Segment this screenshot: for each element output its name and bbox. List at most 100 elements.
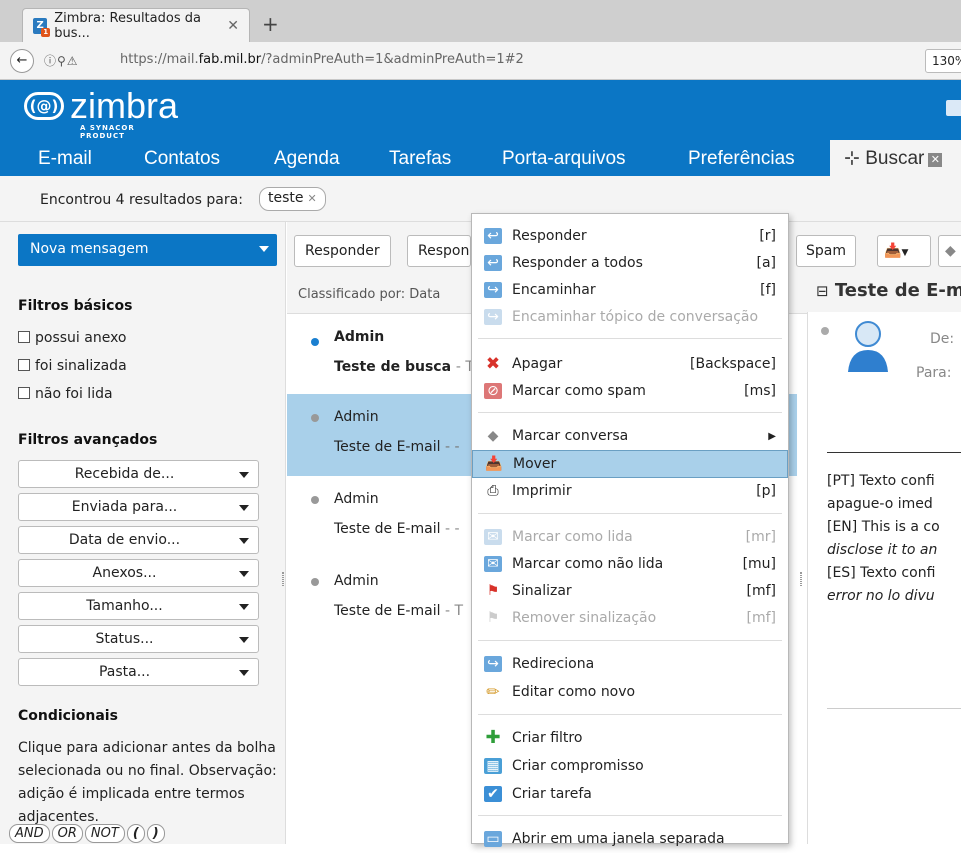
new-tab-button[interactable]: + xyxy=(262,12,279,36)
menu-item-tag-conversation[interactable]: ◆ Marcar conversa ▶ xyxy=(472,423,788,450)
read-dot-icon xyxy=(821,327,829,335)
avatar-icon xyxy=(848,321,888,372)
menu-item-create-filter[interactable]: ✚ Criar filtro xyxy=(472,725,788,752)
forward-icon: ↪ xyxy=(484,282,502,298)
search-term-bubble[interactable]: teste ✕ xyxy=(259,187,326,211)
filter-has-attachment[interactable]: possui anexo xyxy=(18,330,127,346)
reply-button[interactable]: Responder xyxy=(294,235,391,267)
menu-separator xyxy=(478,412,782,413)
filter-unread[interactable]: não foi lida xyxy=(18,386,113,402)
chevron-down-icon[interactable] xyxy=(259,246,269,252)
menu-separator xyxy=(478,815,782,816)
menu-item-move[interactable]: 📥 Mover xyxy=(472,450,788,478)
operator-open-paren[interactable]: ( xyxy=(126,824,145,843)
filter-size[interactable]: Tamanho... xyxy=(18,592,259,620)
reply-icon: ↩ xyxy=(484,228,502,244)
operator-close-paren[interactable]: ) xyxy=(146,824,165,843)
tab-briefcase[interactable]: Porta-arquivos xyxy=(502,148,626,170)
brand-tagline: A SYNACOR PRODUCT xyxy=(80,124,135,140)
chevron-down-icon xyxy=(239,637,249,643)
remove-term-icon[interactable]: ✕ xyxy=(308,192,317,205)
tab-preferences[interactable]: Preferências xyxy=(688,148,795,170)
flag-icon: ⚑ xyxy=(486,583,500,599)
filter-date[interactable]: Data de envio... xyxy=(18,526,259,554)
brand-name: zimbra xyxy=(70,85,179,126)
checkbox-icon[interactable] xyxy=(18,331,30,343)
new-message-button[interactable]: Nova mensagem xyxy=(18,234,277,266)
pin-icon: ⊹ xyxy=(844,148,860,169)
menu-item-redirect[interactable]: ↪ Redireciona xyxy=(472,651,788,678)
print-icon: ⎙ xyxy=(487,483,499,499)
message-sender: Admin xyxy=(334,409,379,425)
filter-status[interactable]: Status... xyxy=(18,625,259,653)
filter-received-from[interactable]: Recebida de... xyxy=(18,460,259,488)
chevron-down-icon xyxy=(239,571,249,577)
body-line: [EN] This is a co xyxy=(827,519,940,535)
filter-sent-to[interactable]: Enviada para... xyxy=(18,493,259,521)
tab-calendar[interactable]: Agenda xyxy=(274,148,340,170)
new-message-label: Nova mensagem xyxy=(30,241,149,257)
message-subject: Teste de busca - T xyxy=(334,359,474,375)
dropdown-label: Recebida de... xyxy=(74,466,175,482)
operator-or[interactable]: OR xyxy=(51,824,83,843)
menu-item-reply[interactable]: ↩ Responder [r] xyxy=(472,223,788,250)
message-sender: Admin xyxy=(334,573,379,589)
spam-button[interactable]: Spam xyxy=(796,235,856,267)
menu-item-reply-all[interactable]: ↩ Responder a todos [a] xyxy=(472,250,788,277)
move-icon: 📥 xyxy=(485,456,503,472)
menu-item-delete[interactable]: ✖ Apagar [Backspace] xyxy=(472,351,788,378)
checkbox-icon[interactable] xyxy=(18,387,30,399)
menu-item-flag[interactable]: ⚑ Sinalizar [mf] xyxy=(472,578,788,605)
search-term-label: teste xyxy=(268,190,304,206)
body-line: disclose it to an xyxy=(827,542,938,558)
move-dropdown-button[interactable]: 📥▼ xyxy=(877,235,931,267)
filter-folder[interactable]: Pasta... xyxy=(18,658,259,686)
conditionals-help: Clique para adicionar antes da bolha sel… xyxy=(18,740,277,825)
menu-item-open-new-window[interactable]: ▭ Abrir em uma janela separada xyxy=(472,826,788,853)
browser-tab[interactable]: Z1 Zimbra: Resultados da bus... ✕ xyxy=(22,8,250,42)
menu-item-create-task[interactable]: ✔ Criar tarefa xyxy=(472,781,788,808)
read-dot-icon xyxy=(311,496,319,504)
tab-tasks[interactable]: Tarefas xyxy=(389,148,451,170)
tab-email[interactable]: E-mail xyxy=(38,148,92,170)
tag-button[interactable]: ◆ xyxy=(938,235,961,267)
menu-item-edit-as-new[interactable]: ✏ Editar como novo xyxy=(472,679,788,706)
menu-item-create-appointment[interactable]: ▦ Criar compromisso xyxy=(472,753,788,780)
chevron-down-icon xyxy=(239,505,249,511)
menu-item-print[interactable]: ⎙ Imprimir [p] xyxy=(472,478,788,505)
to-label: Para: xyxy=(916,365,952,381)
site-info-icon[interactable]: ⓘ⚲⚠ xyxy=(44,52,79,69)
dropdown-label: Tamanho... xyxy=(86,598,163,614)
filter-attachments[interactable]: Anexos... xyxy=(18,559,259,587)
operator-and[interactable]: AND xyxy=(9,824,50,843)
add-filter-icon: ✚ xyxy=(485,727,501,748)
back-button[interactable]: ← xyxy=(10,49,34,73)
sidebar-resize-handle[interactable] xyxy=(282,572,284,586)
tab-search[interactable]: ⊹ Buscar ✕ xyxy=(830,140,961,176)
mail-icon[interactable] xyxy=(946,100,961,116)
operator-not[interactable]: NOT xyxy=(84,824,125,843)
zoom-level[interactable]: 130% xyxy=(925,49,961,73)
dropdown-label: Status... xyxy=(95,631,154,647)
body-line: error no lo divu xyxy=(827,588,935,604)
close-tab-icon[interactable]: ✕ xyxy=(227,18,239,34)
message-title: ⊟ Teste de E-m xyxy=(816,280,961,301)
tag-icon: ◆ xyxy=(945,243,956,259)
menu-item-forward[interactable]: ↪ Encaminhar [f] xyxy=(472,277,788,304)
menu-item-mark-unread[interactable]: ✉ Marcar como não lida [mu] xyxy=(472,551,788,578)
body-divider xyxy=(827,708,961,709)
tab-contacts[interactable]: Contatos xyxy=(144,148,220,170)
basic-filters-title: Filtros básicos xyxy=(18,298,133,314)
url-text[interactable]: https://mail.fab.mil.br/?adminPreAuth=1&… xyxy=(120,52,524,67)
read-dot-icon xyxy=(311,578,319,586)
close-search-tab-icon[interactable]: ✕ xyxy=(928,153,943,167)
dropdown-label: Pasta... xyxy=(98,664,151,680)
chevron-down-icon xyxy=(239,604,249,610)
collapse-icon[interactable]: ⊟ xyxy=(816,282,829,300)
checkbox-icon[interactable] xyxy=(18,359,30,371)
reading-pane-resize-handle[interactable] xyxy=(800,572,802,586)
menu-item-spam[interactable]: ⊘ Marcar como spam [ms] xyxy=(472,378,788,405)
reply-all-button[interactable]: Responder a todos xyxy=(407,235,471,267)
filter-flagged[interactable]: foi sinalizada xyxy=(18,358,127,374)
sort-label[interactable]: Classificado por: Data xyxy=(298,287,440,302)
